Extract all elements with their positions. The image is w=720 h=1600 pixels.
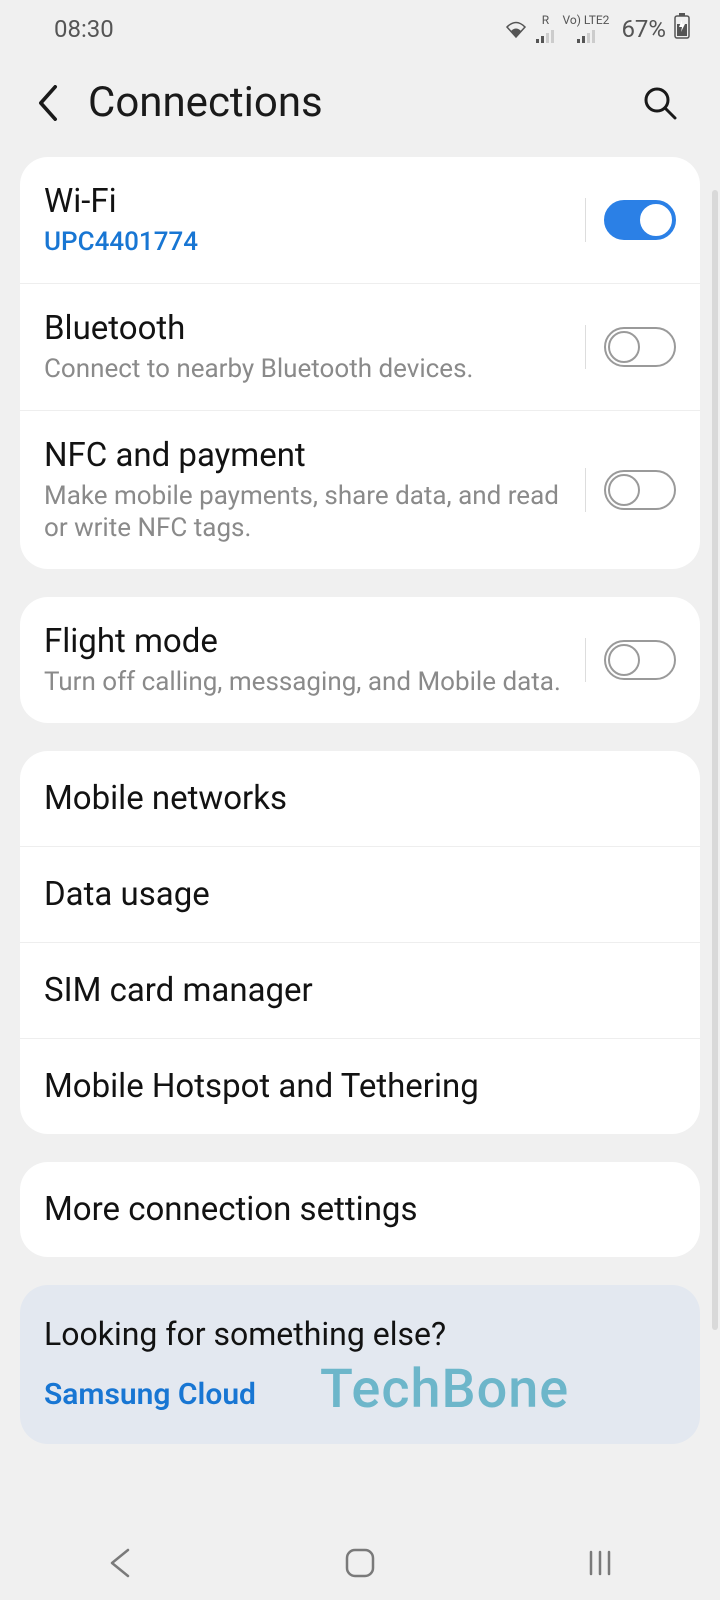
toggle-wrap xyxy=(585,325,676,369)
bluetooth-toggle[interactable] xyxy=(604,327,676,367)
row-text: Bluetooth Connect to nearby Bluetooth de… xyxy=(44,308,585,386)
flight-mode-toggle[interactable] xyxy=(604,640,676,680)
back-button[interactable] xyxy=(24,79,72,127)
row-mobile-networks[interactable]: Mobile networks xyxy=(20,751,700,846)
divider xyxy=(585,468,586,512)
row-subtitle: Turn off calling, messaging, and Mobile … xyxy=(44,666,573,699)
divider xyxy=(585,198,586,242)
scrollbar[interactable] xyxy=(712,190,718,1330)
row-subtitle: Make mobile payments, share data, and re… xyxy=(44,480,573,545)
row-title: NFC and payment xyxy=(44,435,573,476)
row-more-connection-settings[interactable]: More connection settings xyxy=(20,1162,700,1257)
else-title: Looking for something else? xyxy=(44,1315,676,1353)
nfc-toggle[interactable] xyxy=(604,470,676,510)
row-nfc[interactable]: NFC and payment Make mobile payments, sh… xyxy=(20,410,700,569)
row-title: Wi-Fi xyxy=(44,181,573,222)
toggle-wrap xyxy=(585,198,676,242)
nav-back-button[interactable] xyxy=(60,1548,180,1578)
row-text: Flight mode Turn off calling, messaging,… xyxy=(44,621,585,699)
row-text: Wi-Fi UPC4401774 xyxy=(44,181,585,259)
card-network-items: Mobile networks Data usage SIM card mana… xyxy=(20,751,700,1134)
row-wifi[interactable]: Wi-Fi UPC4401774 xyxy=(20,157,700,283)
row-text: NFC and payment Make mobile payments, sh… xyxy=(44,435,585,545)
signal-1-icon: R xyxy=(536,15,554,43)
nav-recents-button[interactable] xyxy=(540,1549,660,1577)
row-bluetooth[interactable]: Bluetooth Connect to nearby Bluetooth de… xyxy=(20,283,700,410)
status-time: 08:30 xyxy=(54,15,114,43)
nav-recents-icon xyxy=(585,1549,615,1577)
wifi-toggle[interactable] xyxy=(604,200,676,240)
row-subtitle: Connect to nearby Bluetooth devices. xyxy=(44,353,573,386)
link-samsung-cloud[interactable]: Samsung Cloud xyxy=(44,1377,676,1412)
header-left: Connections xyxy=(24,78,323,127)
row-title: Bluetooth xyxy=(44,308,573,349)
row-title: Flight mode xyxy=(44,621,573,662)
row-subtitle: UPC4401774 xyxy=(44,226,573,259)
row-hotspot-tethering[interactable]: Mobile Hotspot and Tethering xyxy=(20,1038,700,1134)
content: Wi-Fi UPC4401774 Bluetooth Connect to ne… xyxy=(0,157,720,1444)
card-looking-else: Looking for something else? Samsung Clou… xyxy=(20,1285,700,1444)
card-flight-mode: Flight mode Turn off calling, messaging,… xyxy=(20,597,700,723)
page-title: Connections xyxy=(88,78,323,127)
navigation-bar xyxy=(0,1526,720,1600)
card-connections-toggles: Wi-Fi UPC4401774 Bluetooth Connect to ne… xyxy=(20,157,700,569)
toggle-wrap xyxy=(585,638,676,682)
status-bar: 08:30 R Vo) LTE2 67% xyxy=(0,0,720,58)
row-data-usage[interactable]: Data usage xyxy=(20,846,700,942)
wifi-icon xyxy=(504,19,528,39)
divider xyxy=(585,638,586,682)
battery-icon xyxy=(674,13,690,45)
chevron-left-icon xyxy=(37,85,59,121)
search-icon xyxy=(643,86,677,120)
nav-back-icon xyxy=(106,1548,134,1578)
signal-2-icon: Vo) LTE2 xyxy=(562,15,609,43)
status-right: R Vo) LTE2 67% xyxy=(504,13,690,45)
row-sim-card-manager[interactable]: SIM card manager xyxy=(20,942,700,1038)
nav-home-button[interactable] xyxy=(300,1547,420,1579)
row-flight-mode[interactable]: Flight mode Turn off calling, messaging,… xyxy=(20,597,700,723)
search-button[interactable] xyxy=(636,79,684,127)
page-header: Connections xyxy=(0,58,720,157)
battery-percentage: 67% xyxy=(621,15,666,43)
divider xyxy=(585,325,586,369)
nav-home-icon xyxy=(344,1547,376,1579)
toggle-wrap xyxy=(585,468,676,512)
card-more-settings: More connection settings xyxy=(20,1162,700,1257)
